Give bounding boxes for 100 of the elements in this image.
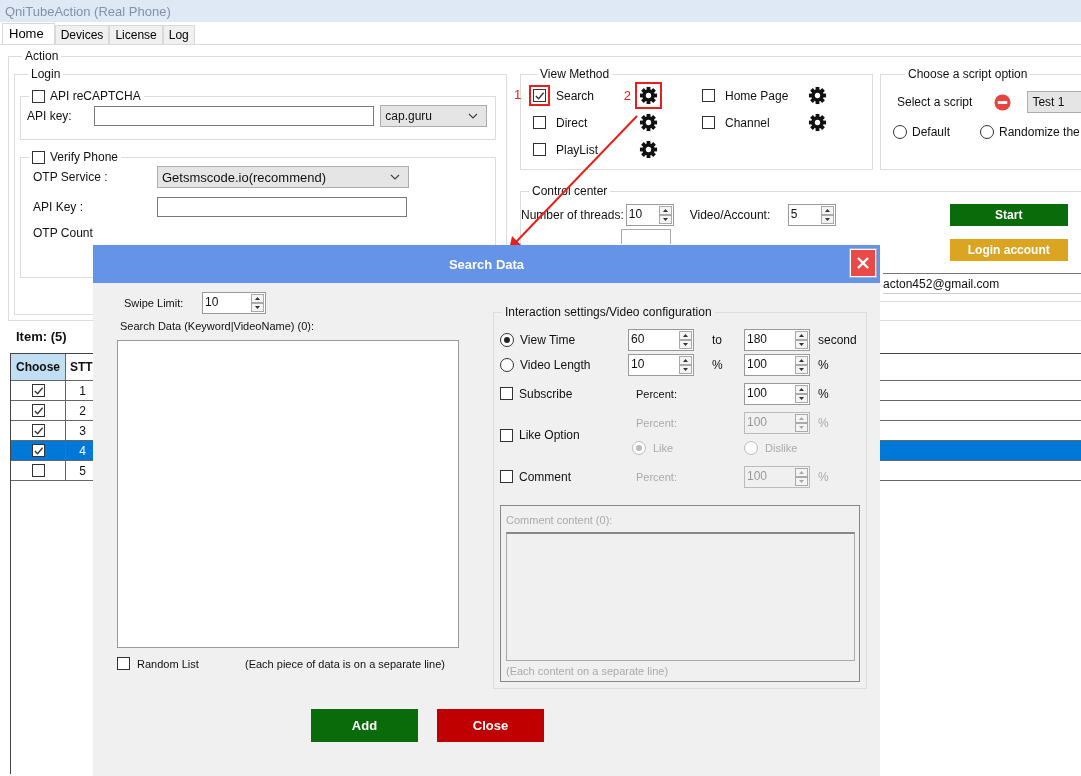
group-title: Interaction settings/Video configuration [504,305,713,319]
checkbox[interactable] [31,424,45,437]
close-button[interactable] [850,249,876,277]
checkbox-label: Search [556,88,595,103]
field-label: OTP Service : [33,170,109,184]
api-key-field[interactable] [94,106,375,126]
checkbox[interactable] [31,384,45,397]
group-title: Action [24,49,60,63]
spin-arrows-icon[interactable] [795,355,808,374]
settings-icon[interactable] [639,140,658,159]
field-label: Percent: [635,387,678,400]
checkbox[interactable] [702,116,715,129]
checkbox[interactable] [31,464,45,477]
otp-service-dropdown[interactable]: Getsmscode.io(recommend) [157,166,409,188]
group-title: Login [30,67,62,81]
checkbox-label: API reCAPTCHA [50,89,141,103]
checkbox-label: Channel [725,115,770,130]
number-field[interactable]: 10 [628,353,694,376]
hint-text: (Each piece of data is on a separate line) [245,657,445,670]
checkbox-label: PlayList [556,142,599,157]
spin-arrows-icon[interactable] [795,384,808,403]
item-count: Item: (5) [16,329,67,346]
add-button[interactable]: Add [311,709,418,742]
radio-label: Like [653,441,674,454]
unit-label: % [817,386,830,401]
radio-button[interactable] [893,125,907,139]
window-title: QniTubeAction (Real Phone) [5,3,171,19]
unit-label: % [817,357,830,372]
provider-dropdown[interactable]: cap.guru [380,105,487,127]
callout-number: 2 [623,88,631,103]
radio-button[interactable] [500,357,514,372]
settings-icon[interactable] [639,113,658,132]
spin-arrows-icon[interactable] [679,355,692,374]
radio-label: Dislike [765,441,798,454]
field-label: Percent: [635,416,678,429]
radio-button[interactable] [980,125,995,139]
number-field[interactable]: 10 [625,204,674,226]
checkbox-label: Direct [556,115,588,130]
script-dropdown[interactable]: Test 1 [1027,91,1081,113]
checkbox[interactable] [31,404,45,417]
search-data-field[interactable] [117,340,459,648]
spin-arrows-icon[interactable] [820,206,834,224]
dialog-title: Search Data [448,256,525,272]
checkbox[interactable] [117,657,130,670]
field-label: Search Data (Keyword|VideoName) (0): [120,320,315,332]
radio-button[interactable] [500,332,514,347]
settings-icon[interactable] [639,86,658,105]
checkbox[interactable] [31,444,45,457]
settings-icon[interactable] [808,113,827,132]
checkbox-label: Subscribe [519,386,573,401]
radio-label: Default [912,125,951,139]
spin-arrows-icon[interactable] [658,206,672,224]
field-label: to [711,332,723,347]
checkbox[interactable] [32,150,45,164]
number-field[interactable]: 180 [744,328,810,351]
checkbox[interactable] [533,143,546,156]
table-cell-text: 3 [78,422,86,440]
close-button[interactable]: Close [437,709,544,742]
tab[interactable]: Log [162,25,195,44]
spin-arrows-icon[interactable] [251,294,264,312]
table-cell-text: 2 [78,402,86,420]
checkbox[interactable] [702,89,715,102]
checkbox-label: Random List [137,657,200,670]
account-row[interactable]: acton452@gmail.com [883,273,1081,294]
column-header[interactable]: STT [66,354,93,380]
group-title: Choose a script option [907,67,1029,81]
field-label: Comment content (0): [506,514,614,526]
tab[interactable]: Home [2,23,55,44]
settings-icon[interactable] [808,86,827,105]
unit-label: % [817,469,830,484]
checkbox[interactable] [533,116,546,129]
caret-icon [468,113,478,119]
checkbox-label: Like Option [519,428,580,442]
number-field[interactable] [621,229,671,244]
tab[interactable]: License [109,25,163,44]
spin-arrows-icon[interactable] [795,330,808,349]
caret-icon [390,174,400,180]
comment-field[interactable] [506,532,855,661]
unit-label: % [817,415,830,430]
checkbox[interactable] [32,89,45,103]
number-field[interactable]: 10 [202,292,266,314]
number-field[interactable]: 60 [628,328,694,351]
checkbox-label: Comment [519,469,571,484]
table-cell-text: 1 [78,382,86,400]
radio-label: View Time [520,332,576,347]
no-entry-icon[interactable] [994,93,1012,111]
number-field[interactable]: 5 [787,204,836,226]
hint-text: (Each content on a separate line) [506,665,670,677]
number-field[interactable]: 100 [744,353,810,376]
checkbox[interactable] [533,89,546,102]
tab[interactable]: Devices [54,25,110,44]
checkbox[interactable] [500,387,513,400]
column-header[interactable]: Choose [11,354,66,380]
field-label: % [711,357,724,372]
unit-label: second [817,332,858,347]
api-key-field[interactable] [157,197,407,217]
close-icon[interactable] [856,256,870,270]
start-button[interactable]: Start [949,204,1068,226]
spin-arrows-icon[interactable] [679,330,692,349]
number-field[interactable]: 100 [744,382,810,405]
